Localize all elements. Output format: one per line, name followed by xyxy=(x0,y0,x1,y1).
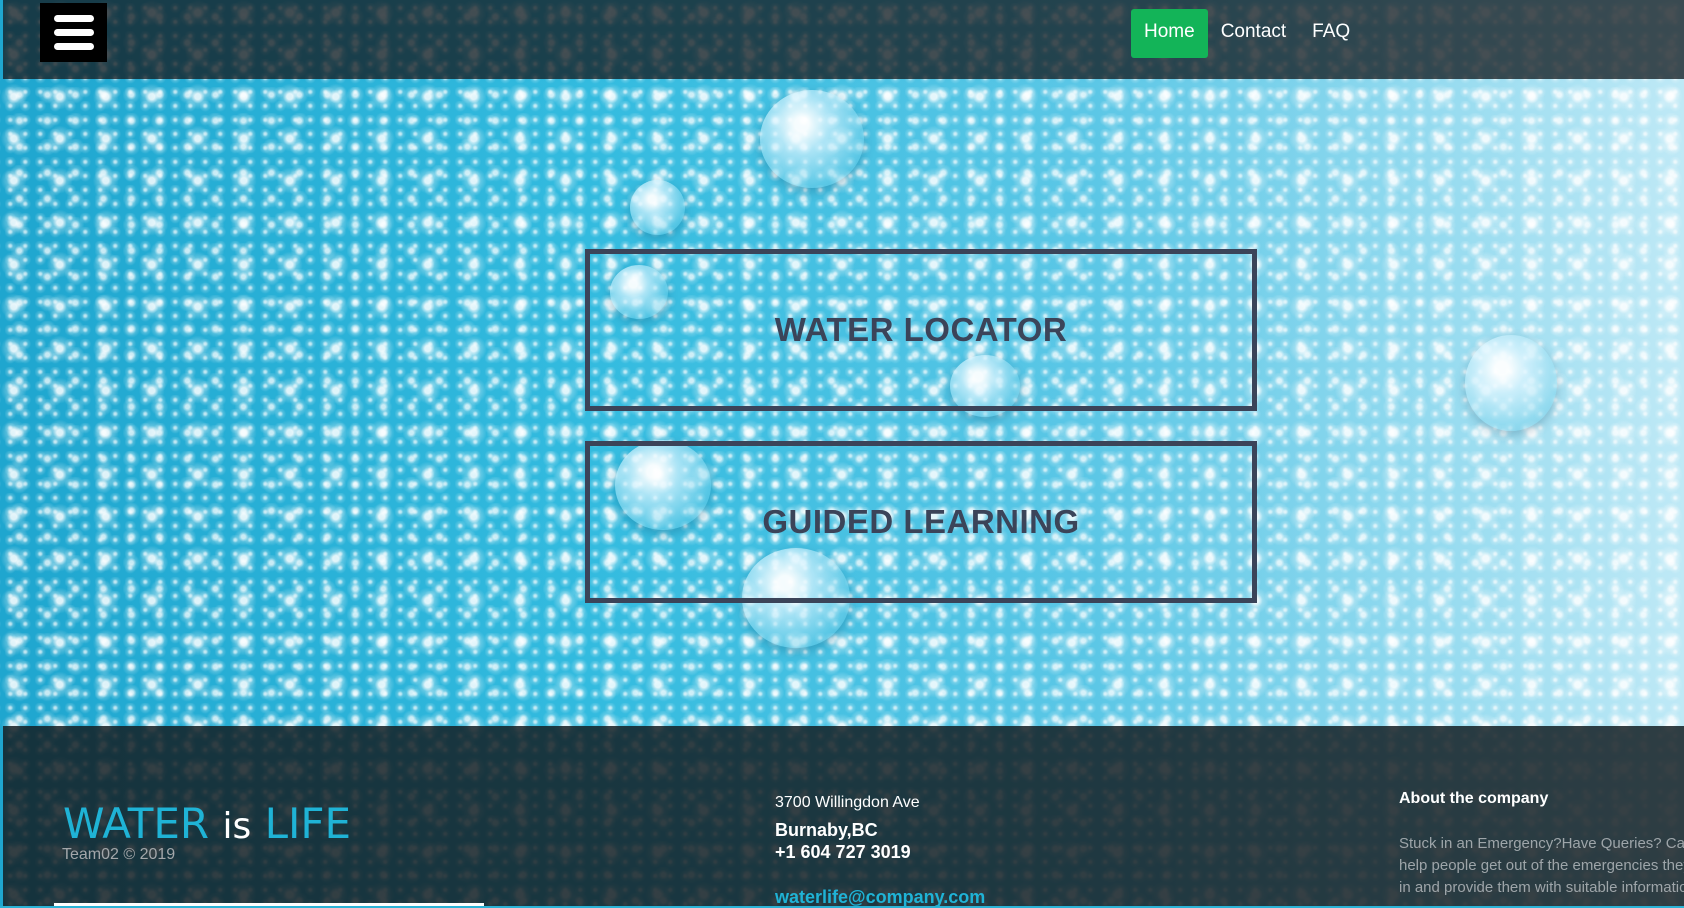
address-street: 3700 Willingdon Ave xyxy=(775,794,920,811)
droplet xyxy=(1465,335,1557,431)
footer: WATER is LIFE Team02 © 2019 3700 Willing… xyxy=(0,726,1684,908)
footer-brand-logo: WATER is LIFE xyxy=(63,799,351,848)
address-city: Burnaby,BC xyxy=(775,820,878,840)
guided-learning-button[interactable]: GUIDED LEARNING xyxy=(585,441,1257,603)
nav-contact-link[interactable]: Contact xyxy=(1208,9,1299,58)
water-locator-button[interactable]: WATER LOCATOR xyxy=(585,249,1257,411)
nav-faq-link[interactable]: FAQ xyxy=(1299,9,1363,58)
brand-word-is: is xyxy=(222,806,252,847)
about-line: in and provide them with suitable inform… xyxy=(1399,879,1684,896)
nav-home-link[interactable]: Home xyxy=(1131,9,1208,58)
droplet xyxy=(760,90,864,188)
brand-word-life: LIFE xyxy=(264,799,352,848)
guided-learning-label: GUIDED LEARNING xyxy=(762,503,1080,540)
brand-word-water: WATER xyxy=(63,799,210,848)
copyright-text: Team02 © 2019 xyxy=(62,846,176,863)
main-nav: Home Contact FAQ xyxy=(1131,9,1363,58)
phone-number: +1 604 727 3019 xyxy=(775,842,911,862)
top-navbar: Home Contact FAQ xyxy=(0,0,1684,79)
hamburger-menu-icon[interactable] xyxy=(40,3,107,62)
about-line: Stuck in an Emergency?Have Queries? Call xyxy=(1399,835,1684,852)
about-company-heading: About the company xyxy=(1399,790,1549,807)
droplet xyxy=(630,180,685,235)
water-locator-label: WATER LOCATOR xyxy=(774,311,1068,348)
about-company-text: Stuck in an Emergency?Have Queries? Call… xyxy=(1399,833,1684,903)
about-line: help people get out of the emergencies t… xyxy=(1399,857,1684,874)
email-link[interactable]: waterlife@company.com xyxy=(775,887,985,908)
